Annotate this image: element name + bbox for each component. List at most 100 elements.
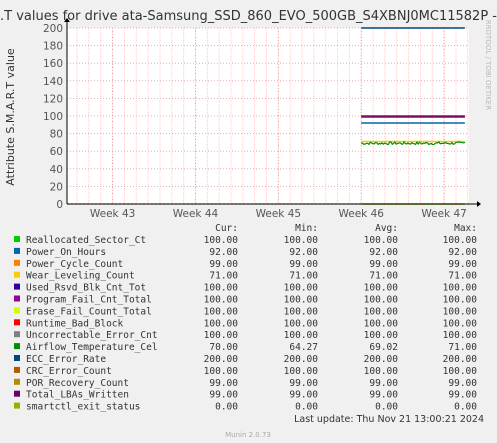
legend-value: 100.00 <box>284 306 319 317</box>
legend-value: 100.00 <box>204 318 239 329</box>
legend-value: 200.00 <box>443 354 478 365</box>
legend-value: 100.00 <box>443 283 478 294</box>
legend-value: 100.00 <box>284 366 319 377</box>
y-tick-label: 100 <box>43 111 63 123</box>
legend-value: 99.00 <box>209 378 238 389</box>
y-tick-label: 80 <box>50 129 63 141</box>
legend-value: 100.00 <box>443 330 478 341</box>
legend-value: 100.00 <box>204 330 239 341</box>
x-tick-label: Week 43 <box>90 208 135 220</box>
legend-value: 99.00 <box>369 378 398 389</box>
legend-swatch <box>14 236 20 242</box>
legend-value: 71.00 <box>448 342 477 353</box>
x-tick-label: Week 47 <box>421 208 466 220</box>
legend-value: 100.00 <box>443 318 478 329</box>
legend-series-name: Reallocated_Sector_Ct <box>26 235 146 246</box>
legend-swatch <box>14 390 20 397</box>
legend-value: 100.00 <box>443 295 478 306</box>
legend-swatch <box>14 331 20 338</box>
legend-value: 100.00 <box>284 318 319 329</box>
legend-value: 99.00 <box>369 390 398 401</box>
rrdtool-watermark: RRDTOOL / TOBI OETIKER <box>484 20 492 110</box>
legend-series-name: Wear_Leveling_Count <box>26 271 135 282</box>
legend-value: 200.00 <box>364 354 399 365</box>
legend-value: 71.00 <box>209 271 238 282</box>
legend-value: 99.00 <box>289 259 318 270</box>
x-tick-label: Week 46 <box>339 208 385 220</box>
legend-value: 100.00 <box>443 366 478 377</box>
legend-value: 100.00 <box>204 295 239 306</box>
legend-series-name: Used_Rsvd_Blk_Cnt_Tot <box>26 283 146 294</box>
legend-swatch <box>14 247 20 254</box>
legend-swatch <box>14 319 20 326</box>
legend-header: Max: <box>454 223 477 234</box>
legend-series-name: Power_Cycle_Count <box>26 259 123 270</box>
y-tick-label: 60 <box>50 146 63 158</box>
legend-swatch <box>14 283 20 290</box>
legend-value: 100.00 <box>364 318 399 329</box>
legend-value: 99.00 <box>448 378 477 389</box>
legend-value: 100.00 <box>364 366 399 377</box>
legend-value: 100.00 <box>284 283 319 294</box>
legend-value: 92.00 <box>448 247 477 258</box>
legend-series-name: ECC_Error_Rate <box>26 354 106 365</box>
legend-swatch <box>14 378 20 385</box>
legend-value: 100.00 <box>364 283 399 294</box>
munin-version-footer: Munin 2.0.73 <box>225 431 271 439</box>
legend-value: 71.00 <box>369 271 398 282</box>
legend-swatch <box>14 259 20 266</box>
legend-value: 100.00 <box>364 306 399 317</box>
legend-value: 69.02 <box>369 342 398 353</box>
y-tick-label: 0 <box>56 199 63 211</box>
y-tick-label: 200 <box>43 23 63 35</box>
legend-series-name: Uncorrectable_Error_Cnt <box>26 330 158 341</box>
legend-value: 99.00 <box>289 390 318 401</box>
legend-swatch <box>14 343 20 350</box>
legend-value: 99.00 <box>448 390 477 401</box>
y-tick-label: 40 <box>50 164 63 176</box>
legend-swatch <box>14 271 20 278</box>
y-tick-label: 180 <box>43 41 63 53</box>
legend-header: Min: <box>295 223 318 234</box>
legend-value: 71.00 <box>289 271 318 282</box>
legend-series-name: Erase_Fail_Count_Total <box>26 306 152 317</box>
legend-series-name: CRC_Error_Count <box>26 366 112 377</box>
x-tick-label: Week 44 <box>173 208 219 220</box>
legend-series-name: smartctl_exit_status <box>26 402 140 413</box>
legend-series-name: Airflow_Temperature_Cel <box>26 342 158 353</box>
chart-title: S.M.A.R.T values for drive ata-Samsung_S… <box>0 9 497 24</box>
legend-swatch <box>14 295 20 302</box>
legend-value: 200.00 <box>284 354 319 365</box>
legend-value: 99.00 <box>369 259 398 270</box>
legend-value: 100.00 <box>284 295 319 306</box>
legend-value: 100.00 <box>284 235 319 246</box>
legend-header: Cur: <box>215 223 238 234</box>
legend-value: 92.00 <box>369 247 398 258</box>
last-update-text: Last update: Thu Nov 21 13:00:21 2024 <box>294 414 484 425</box>
legend-value: 100.00 <box>364 295 399 306</box>
legend-value: 0.00 <box>454 402 477 413</box>
legend-header: Avg: <box>375 223 398 234</box>
y-tick-label: 140 <box>43 76 63 88</box>
legend-value: 71.00 <box>448 271 477 282</box>
legend-swatch <box>14 402 20 409</box>
legend-swatch <box>14 307 20 314</box>
legend-value: 0.00 <box>295 402 318 413</box>
legend-series-name: Total_LBAs_Written <box>26 390 129 401</box>
legend-series-name: POR_Recovery_Count <box>26 378 129 389</box>
legend-value: 100.00 <box>204 283 239 294</box>
y-tick-label: 160 <box>43 58 63 70</box>
legend-value: 100.00 <box>204 235 239 246</box>
legend-value: 99.00 <box>209 259 238 270</box>
smart-values-chart: S.M.A.R.T values for drive ata-Samsung_S… <box>0 0 497 443</box>
legend-value: 100.00 <box>204 366 239 377</box>
legend-value: 200.00 <box>204 354 239 365</box>
y-tick-label: 20 <box>50 181 63 193</box>
y-tick-label: 120 <box>43 93 63 105</box>
x-tick-label: Week 45 <box>256 208 301 220</box>
legend-value: 70.00 <box>209 342 238 353</box>
legend-value: 0.00 <box>215 402 238 413</box>
legend-value: 92.00 <box>289 247 318 258</box>
legend-series-name: Program_Fail_Cnt_Total <box>26 295 152 306</box>
legend-value: 100.00 <box>364 330 399 341</box>
